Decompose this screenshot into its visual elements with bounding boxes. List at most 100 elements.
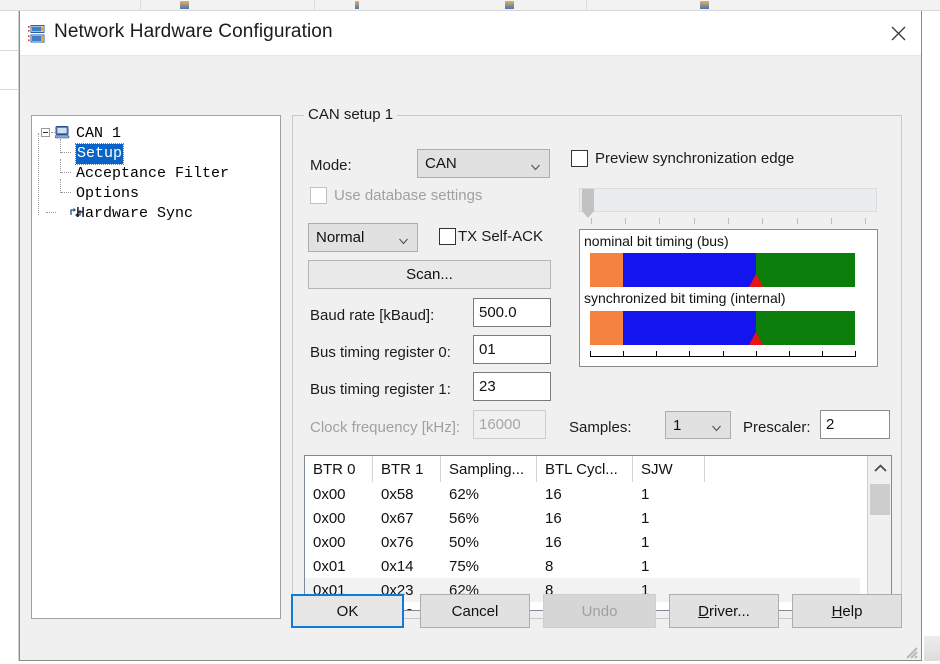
nominal-bit-timing-caption: nominal bit timing (bus) [584,233,729,249]
table-cell: 0x67 [373,506,441,530]
clock-frequency-label: Clock frequency [kHz]: [310,419,460,436]
dialog-body: CAN 1 Setup Acceptance Filter Options [20,56,921,661]
table-column-header[interactable]: BTL Cycl... [537,456,633,482]
tree-item-options[interactable]: Options [39,183,280,203]
axis-tick [855,351,856,357]
prescaler-value: 2 [826,416,834,433]
tree-item-acceptance-filter[interactable]: Acceptance Filter [39,163,280,183]
table-row[interactable]: 0x000x6756%161 [305,506,860,530]
group-title: CAN setup 1 [304,106,397,123]
bus-type-select[interactable]: Normal [308,223,418,252]
table-cell: 1 [633,506,705,530]
baud-rate-input[interactable]: 500.0 [473,298,551,327]
cancel-button-label: Cancel [452,603,499,620]
collapse-box-icon[interactable] [41,128,50,137]
table-cell: 16 [537,506,633,530]
table-cell: 0x00 [305,530,373,554]
table-cell: 50% [441,530,537,554]
toolbar-icon [180,1,189,9]
baud-rate-label: Baud rate [kBaud]: [310,307,434,324]
slider-tick [591,218,592,224]
scan-button-label: Scan... [406,266,453,283]
mode-label: Mode: [310,157,352,174]
scroll-up-icon[interactable] [868,456,892,480]
axis-tick [656,351,657,357]
slider-tick [865,218,866,224]
table-column-header[interactable]: Sampling... [441,456,537,482]
bus-timing-register-0-label: Bus timing register 0: [310,344,451,361]
table-row[interactable]: 0x000x5862%161 [305,482,860,506]
sample-point-marker [749,332,763,345]
help-button-accel: H [832,603,843,620]
tx-self-ack-checkbox[interactable]: TX Self-ACK [439,228,543,245]
axis-tick [756,351,757,357]
axis-tick [590,351,591,357]
slider-thumb[interactable] [582,189,594,211]
undo-button: Undo [543,594,656,628]
preview-synchronization-edge-checkbox[interactable]: Preview synchronization edge [571,150,794,167]
timing-axis [590,356,855,357]
table-column-header[interactable]: SJW [633,456,705,482]
samples-label: Samples: [569,419,632,436]
undo-button-label: Undo [582,603,618,620]
help-button-label: elp [842,603,862,620]
scrollbar-thumb[interactable] [870,484,890,515]
bus-timing-register-1-input[interactable]: 23 [473,372,551,401]
tree-item-label: Setup [76,144,123,164]
scan-button[interactable]: Scan... [308,260,551,289]
bit-segment-sync [590,311,623,345]
resize-grip[interactable] [902,643,918,659]
bus-type-select-value: Normal [316,229,364,246]
bit-segment-tseg2 [756,253,855,287]
samples-select-value: 1 [673,417,681,434]
synchronized-bit-timing-caption: synchronized bit timing (internal) [584,290,786,306]
bus-timing-register-0-input[interactable]: 01 [473,335,551,364]
background-scrollbar[interactable] [924,636,940,661]
table-cell: 16 [537,530,633,554]
table-cell: 0x58 [373,482,441,506]
help-button[interactable]: Help [792,594,902,628]
network-card-icon [27,24,47,44]
mode-select[interactable]: CAN [417,149,550,178]
slider-tick [659,218,660,224]
driver-button-label: river... [709,603,750,620]
table-row[interactable]: 0x000x7650%161 [305,530,860,554]
prescaler-input[interactable]: 2 [820,410,890,439]
checkbox-box-icon [310,187,327,204]
tree-item-hardware-sync[interactable]: Hardware Sync [39,203,280,223]
dialog-footer: OK Cancel Undo Driver... Help [20,574,921,661]
toolbar-separator [314,0,315,11]
table-cell: 0x00 [305,506,373,530]
chevron-down-icon [399,233,408,242]
table-cell: 1 [633,530,705,554]
driver-button[interactable]: Driver... [669,594,779,628]
sample-point-marker [749,274,763,287]
can-setup-group: CAN setup 1 Mode: CAN Use database setti… [292,115,902,619]
slider-tick [762,218,763,224]
axis-tick [689,351,690,357]
table-cell: 0x00 [305,482,373,506]
title-bar: Network Hardware Configuration [20,11,921,56]
bit-segment-tseg1 [623,311,756,345]
use-database-settings-checkbox[interactable]: Use database settings [310,187,482,204]
tx-self-ack-label: TX Self-ACK [458,228,543,245]
close-icon[interactable] [875,11,921,55]
synchronized-bit-timing-bar [590,311,855,345]
tree-item-can1[interactable]: CAN 1 [39,123,280,143]
configuration-tree[interactable]: CAN 1 Setup Acceptance Filter Options [31,115,281,619]
table-column-header[interactable]: BTR 1 [373,456,441,482]
background-left-panel [0,11,19,661]
slider-tick [625,218,626,224]
clock-frequency-value: 16000 [479,416,521,433]
ok-button[interactable]: OK [291,594,404,628]
axis-tick [623,351,624,357]
checkbox-box-icon [571,150,588,167]
sync-edge-slider[interactable] [579,188,877,212]
bit-segment-tseg2 [756,311,855,345]
cancel-button[interactable]: Cancel [420,594,530,628]
chevron-down-icon [712,420,721,429]
table-column-header[interactable]: BTR 0 [305,456,373,482]
samples-select[interactable]: 1 [665,411,731,439]
tree-item-setup[interactable]: Setup [39,143,280,163]
table-cell: 16 [537,482,633,506]
